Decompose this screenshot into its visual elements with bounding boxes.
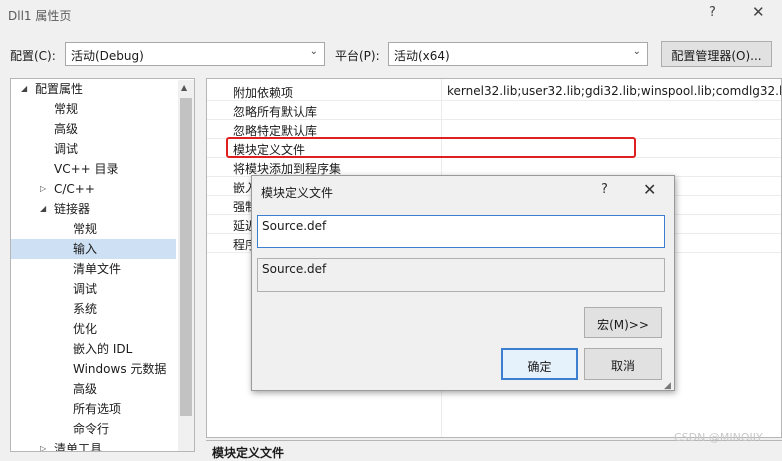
- tree-item-vc-directories[interactable]: VC++ 目录: [11, 159, 176, 179]
- macros-button[interactable]: 宏(M)>>: [584, 307, 662, 338]
- tree-item-label: 调试: [54, 142, 79, 156]
- tree-item-embedded-idl[interactable]: 嵌入的 IDL: [11, 339, 176, 359]
- watermark: CSDN @MINOIIY: [674, 431, 763, 444]
- chevron-down-icon: ⌄: [632, 46, 641, 57]
- grid-row-ignore-all-default-libs[interactable]: 忽略所有默认库: [207, 101, 781, 120]
- tree-item-label: 链接器: [54, 202, 91, 216]
- platform-select[interactable]: 活动(x64) ⌄: [388, 42, 648, 66]
- resize-grip-icon[interactable]: ◢: [664, 381, 671, 391]
- tree-item-linker-input[interactable]: 输入: [11, 239, 176, 259]
- tree-scrollbar-thumb[interactable]: [180, 98, 192, 416]
- tree-item-system[interactable]: 系统: [11, 299, 176, 319]
- tree-item-general[interactable]: 常规: [11, 99, 176, 119]
- tree-item-advanced[interactable]: 高级: [11, 119, 176, 139]
- config-manager-button[interactable]: 配置管理器(O)...: [661, 41, 772, 67]
- chevron-down-icon: ⌄: [309, 46, 318, 57]
- window-title: Dll1 属性页: [8, 9, 72, 23]
- tree-item-command-line[interactable]: 命令行: [11, 419, 176, 439]
- tree-item-label: 清单工具: [54, 442, 103, 451]
- platform-select-value: 活动(x64): [394, 49, 450, 63]
- ok-button[interactable]: 确定: [501, 348, 578, 380]
- tree-item-cpp[interactable]: ▷ C/C++: [11, 179, 176, 199]
- collapse-icon[interactable]: ◢: [21, 79, 27, 99]
- tree-item-linker-advanced[interactable]: 高级: [11, 379, 176, 399]
- tree-item-label: 命令行: [73, 422, 110, 436]
- tree-item-label: C/C++: [54, 182, 95, 196]
- expand-icon[interactable]: ▷: [40, 439, 46, 451]
- expand-icon[interactable]: ▷: [40, 179, 46, 199]
- collapse-icon[interactable]: ◢: [40, 199, 46, 219]
- tree-items: ◢ 配置属性 常规 高级 调试 VC++ 目录 ▷ C/C++ ◢ 链接器 常规…: [11, 79, 177, 451]
- tree-item-label: 优化: [73, 322, 98, 336]
- tree-item-config-props[interactable]: ◢ 配置属性: [11, 79, 176, 99]
- tree-item-label: 所有选项: [73, 402, 122, 416]
- grid-row-additional-deps[interactable]: 附加依赖项 kernel32.lib;user32.lib;gdi32.lib;…: [207, 82, 781, 101]
- tree-item-label: Windows 元数据: [73, 362, 167, 376]
- tree-item-manifest-tool[interactable]: ▷ 清单工具: [11, 439, 176, 451]
- property-name: 附加依赖项: [233, 86, 294, 100]
- config-label: 配置(C):: [10, 49, 56, 63]
- tree-item-label: 清单文件: [73, 262, 122, 276]
- tree-item-label: 常规: [73, 222, 98, 236]
- close-icon[interactable]: ✕: [752, 3, 765, 21]
- tree-item-linker[interactable]: ◢ 链接器: [11, 199, 176, 219]
- highlight-annotation: [226, 137, 636, 158]
- config-select-value: 活动(Debug): [71, 49, 144, 63]
- tree-item-label: 高级: [73, 382, 98, 396]
- tree-item-label: 输入: [73, 242, 98, 256]
- platform-label: 平台(P):: [335, 49, 380, 63]
- config-select[interactable]: 活动(Debug) ⌄: [65, 42, 325, 66]
- property-value[interactable]: kernel32.lib;user32.lib;gdi32.lib;winspo…: [447, 84, 781, 98]
- evaluated-value-field: Source.def: [257, 258, 665, 292]
- tree-item-label: 常规: [54, 102, 79, 116]
- tree-item-label: 调试: [73, 282, 98, 296]
- title-bar: [0, 0, 782, 30]
- tree-item-linker-general[interactable]: 常规: [11, 219, 176, 239]
- scroll-up-icon[interactable]: ▲: [181, 83, 187, 92]
- tree-item-all-options[interactable]: 所有选项: [11, 399, 176, 419]
- tree-item-label: 系统: [73, 302, 98, 316]
- module-file-input[interactable]: Source.def: [257, 215, 665, 248]
- tree-item-label: 配置属性: [35, 82, 84, 96]
- description-title: 模块定义文件: [212, 446, 285, 460]
- close-icon[interactable]: ✕: [643, 180, 656, 199]
- tree-item-manifest-file[interactable]: 清单文件: [11, 259, 176, 279]
- tree-item-optimization[interactable]: 优化: [11, 319, 176, 339]
- tree-item-windows-metadata[interactable]: Windows 元数据: [11, 359, 176, 379]
- tree-item-linker-debugging[interactable]: 调试: [11, 279, 176, 299]
- tree-item-label: VC++ 目录: [54, 162, 119, 176]
- tree-item-label: 高级: [54, 122, 79, 136]
- help-icon[interactable]: ?: [601, 182, 608, 197]
- tree-item-label: 嵌入的 IDL: [73, 342, 133, 356]
- property-name: 忽略所有默认库: [233, 105, 318, 119]
- tree-item-debugging[interactable]: 调试: [11, 139, 176, 159]
- help-icon[interactable]: ?: [709, 5, 716, 20]
- dialog-title: 模块定义文件: [261, 186, 334, 200]
- cancel-button[interactable]: 取消: [584, 348, 662, 380]
